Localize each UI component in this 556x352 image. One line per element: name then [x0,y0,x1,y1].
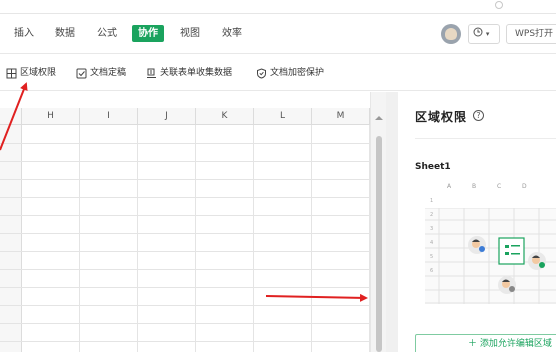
illus-column-label: B [472,183,477,190]
grid-line [0,341,370,342]
column-header-j[interactable]: J [138,108,196,125]
linked-form-button[interactable]: 关联表单收集数据 [146,66,232,80]
grid-line [0,305,370,306]
region-illustration: A B C D 1 2 3 4 5 6 [425,183,556,304]
tab-efficiency[interactable]: 效率 [222,26,242,42]
illustration-graphic [425,207,556,304]
menu-bar: 插入 数据 公式 协作 视图 效率 ▾ WPS打开 [0,14,556,54]
help-icon[interactable]: ? [473,110,484,121]
shield-icon [257,67,266,79]
grid-line [79,125,80,352]
grid-line [0,179,370,180]
divider [415,138,556,139]
column-header-h[interactable]: H [22,108,80,125]
wps-open-button[interactable]: WPS打开 [506,24,556,44]
tab-insert[interactable]: 插入 [14,26,34,42]
grid-line [0,161,370,162]
illus-row-label: 5 [430,254,434,260]
app-window: 插入 数据 公式 协作 视图 效率 ▾ WPS打开 区域权限 文档定稿 关联表单… [0,0,556,352]
doc-encrypt-button[interactable]: 文档加密保护 [256,66,324,80]
corner-cell [0,108,22,125]
grid-line [0,269,370,270]
region-permission-button[interactable]: 区域权限 [6,66,56,80]
chevron-down-icon: ▾ [485,30,490,38]
tab-view[interactable]: 视图 [180,26,200,42]
grid-line [0,251,370,252]
avatar[interactable] [441,24,461,44]
grid-line [137,125,138,352]
illus-row-label: 4 [430,240,434,246]
sheet-name-label: Sheet1 [415,162,451,172]
region-permission-panel: 区域权限 ? Sheet1 A B C D 1 2 3 4 5 6 ＋ 添加允许… [398,92,556,352]
illus-row-label: 2 [430,212,434,218]
illus-row-label: 3 [430,226,434,232]
form-link-icon [147,68,156,78]
status-dot-icon [495,1,503,9]
grid-line [311,125,312,352]
illus-row-label: 6 [430,268,434,274]
scroll-up-icon[interactable] [375,116,383,120]
tab-collaborate[interactable]: 协作 [132,25,164,42]
doc-finalize-button[interactable]: 文档定稿 [76,66,126,80]
tool-label: 文档加密保护 [270,68,325,78]
region-grid-icon [6,68,17,78]
tab-formula[interactable]: 公式 [97,26,117,42]
column-header-m[interactable]: M [312,108,370,125]
column-header-i[interactable]: I [80,108,138,125]
illus-column-label: A [447,183,452,190]
column-header-l[interactable]: L [254,108,312,125]
row-header-strip [0,125,22,352]
add-editable-region-button[interactable]: ＋ 添加允许编辑区域 [415,334,556,352]
title-strip [0,0,556,14]
illus-column-label: C [497,183,502,190]
grid-line [0,143,370,144]
grid-line [0,233,370,234]
scrollbar-thumb[interactable] [376,136,382,352]
collab-toolbar: 区域权限 文档定稿 关联表单收集数据 文档加密保护 [0,55,556,91]
illus-row-label: 1 [430,198,434,204]
panel-divider [386,92,398,352]
panel-title: 区域权限 [415,110,468,124]
checkbox-icon [76,68,87,78]
grid-line [253,125,254,352]
illus-column-label: D [522,183,527,190]
grid-line [195,125,196,352]
grid-line [0,287,370,288]
tool-label: 区域权限 [20,68,57,78]
clock-icon [473,27,483,37]
tool-label: 关联表单收集数据 [160,68,233,78]
grid-line [0,215,370,216]
history-button[interactable]: ▾ [468,24,500,44]
grid-line [0,197,370,198]
spreadsheet-grid[interactable]: H I J K L M [0,92,386,352]
grid-line [0,323,370,324]
column-header-k[interactable]: K [196,108,254,125]
tab-data[interactable]: 数据 [55,26,75,42]
tool-label: 文档定稿 [90,68,127,78]
vertical-scrollbar[interactable] [370,92,386,352]
